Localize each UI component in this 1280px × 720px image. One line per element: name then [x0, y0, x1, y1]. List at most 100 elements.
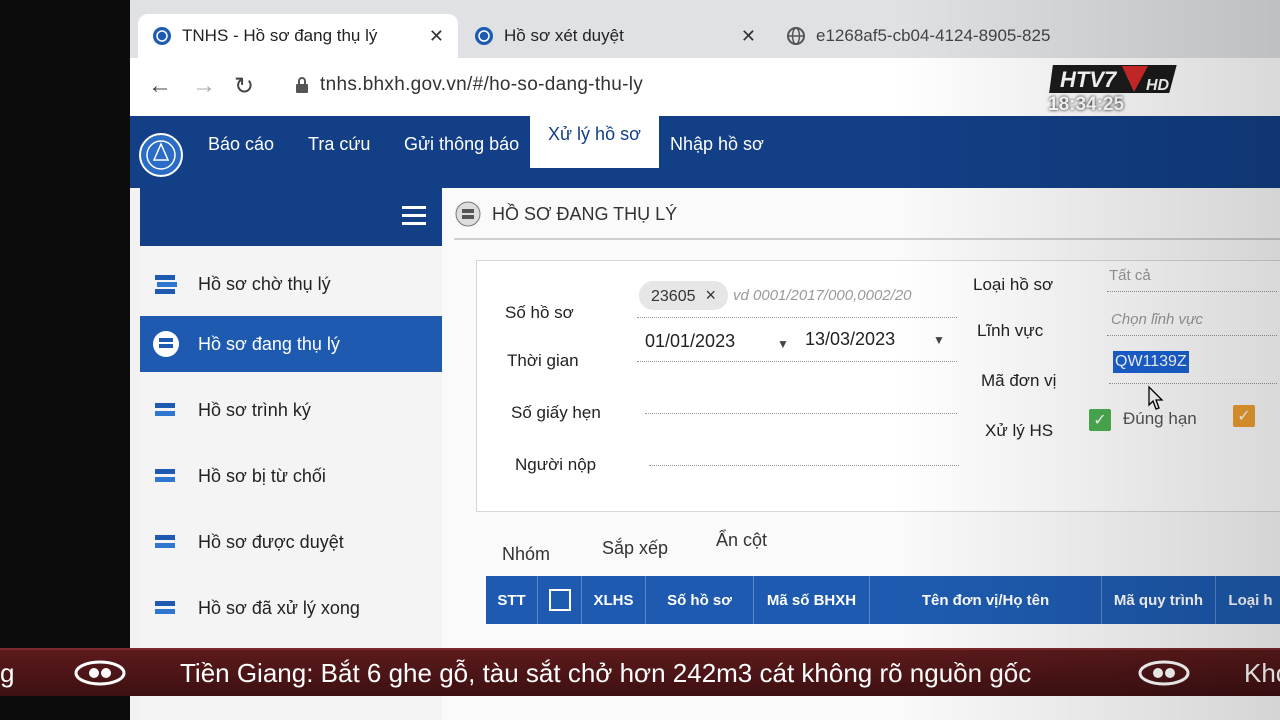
linh-vuc-select[interactable]: Chọn lĩnh vực: [1111, 311, 1203, 328]
lock-icon: [295, 76, 309, 99]
browser-tab-bar: TNHS - Hồ sơ đang thụ lý ✕ Hồ sơ xét duy…: [130, 0, 1280, 58]
th-ma-quy-trinh[interactable]: Mã quy trình: [1102, 576, 1216, 624]
date-from-input[interactable]: 01/01/2023: [645, 331, 735, 352]
folder-stack-icon: [152, 528, 180, 556]
nav-gui-thong-bao[interactable]: Gửi thông báo: [404, 134, 519, 155]
htv-ticker-logo-icon: [74, 660, 126, 686]
close-tab-icon[interactable]: ✕: [741, 26, 756, 47]
close-tab-icon[interactable]: ✕: [429, 26, 444, 47]
nav-bao-cao[interactable]: Báo cáo: [208, 134, 274, 155]
app-top-nav: Báo cáo Tra cứu Gửi thông báo Xử lý hồ s…: [130, 100, 1280, 188]
back-arrow-icon[interactable]: ←: [148, 72, 172, 100]
ticker-text-left: g: [0, 658, 15, 688]
table-header: STT XLHS Số hồ sơ Mã số BHXH Tên đơn vị/…: [486, 576, 1280, 624]
chip-value: 23605: [651, 288, 696, 305]
xu-ly-hs-label: Xử lý HS: [985, 421, 1054, 440]
th-so-ho-so[interactable]: Số hồ sơ: [646, 576, 754, 624]
hide-columns-button[interactable]: Ẩn cột: [716, 530, 767, 551]
so-giay-hen-input[interactable]: [645, 413, 957, 414]
th-stt[interactable]: STT: [486, 576, 538, 624]
ticker-text-right: Kho: [1244, 658, 1280, 688]
folder-stack-icon: [152, 396, 180, 424]
sidebar-item-cho-thu-ly[interactable]: Hồ sơ chờ thụ lý: [140, 256, 442, 312]
sidebar-item-label: Hồ sơ bị từ chối: [198, 465, 326, 486]
sidebar-item-label: Hồ sơ đang thụ lý: [198, 333, 340, 354]
so-giay-hen-label: Số giấy hẹn: [511, 403, 601, 422]
dung-han-label: Đúng hạn: [1123, 409, 1197, 428]
divider: [1109, 383, 1277, 384]
loai-ho-so-label: Loại hồ sơ: [973, 275, 1054, 294]
th-loai-ho-so[interactable]: Loại h: [1216, 576, 1280, 624]
select-all-checkbox[interactable]: [538, 576, 582, 624]
main-panel: HỒ SƠ ĐANG THỤ LÝ Số hồ sơ 23605 × vd 000…: [442, 188, 1280, 720]
sidebar-item-label: Hồ sơ đã xử lý xong: [198, 597, 360, 618]
broadcast-clock: 18:34:25: [1048, 94, 1125, 115]
sidebar-header: [140, 188, 442, 246]
htv7-hd-logo: HTV7 HD: [1048, 63, 1180, 95]
tab-label: Hồ sơ xét duyệt: [504, 26, 624, 45]
bhxh-logo-icon: [139, 133, 183, 177]
th-ma-so-bhxh[interactable]: Mã số BHXH: [754, 576, 870, 624]
so-ho-so-input[interactable]: vd 0001/2017/000,0002/20: [733, 287, 912, 304]
sidebar-item-da-xu-ly-xong[interactable]: Hồ sơ đã xử lý xong: [140, 580, 442, 636]
sort-button[interactable]: Sắp xếp: [602, 538, 668, 559]
page-title: HỒ SƠ ĐANG THỤ LÝ: [454, 200, 677, 228]
loai-ho-so-select[interactable]: Tất cả: [1109, 267, 1151, 284]
sidebar-item-trinh-ky[interactable]: Hồ sơ trình ký: [140, 382, 442, 438]
app-favicon-icon: [474, 26, 494, 46]
sidebar-item-bi-tu-choi[interactable]: Hồ sơ bị từ chối: [140, 448, 442, 504]
nav-tra-cuu[interactable]: Tra cứu: [308, 134, 370, 155]
remove-chip-icon[interactable]: ×: [706, 285, 717, 305]
htv-ticker-logo-icon: [1138, 660, 1190, 686]
sidebar-item-label: Hồ sơ trình ký: [198, 399, 311, 420]
tre-han-checkbox[interactable]: ✓: [1233, 405, 1255, 427]
user-menu-text[interactable]: Ph: [1258, 76, 1280, 97]
nav-xu-ly-ho-so[interactable]: Xử lý hồ sơ: [530, 100, 659, 168]
chevron-down-icon[interactable]: ▼: [933, 333, 945, 347]
tab-label: e1268af5-cb04-4124-8905-825: [816, 26, 1051, 45]
sidebar-item-label: Hồ sơ được duyệt: [198, 531, 344, 552]
sidebar: Hồ sơ chờ thụ lý Hồ sơ đang thụ lý Hồ sơ…: [140, 188, 443, 720]
divider: [1107, 291, 1277, 292]
sidebar-item-duoc-duyet[interactable]: Hồ sơ được duyệt: [140, 514, 442, 570]
folder-stack-icon: [455, 201, 481, 227]
svg-text:HTV7: HTV7: [1060, 67, 1118, 92]
ma-don-vi-label: Mã đơn vị: [981, 371, 1057, 390]
folder-stack-icon: [152, 594, 180, 622]
so-ho-so-chip[interactable]: 23605 ×: [639, 281, 729, 310]
browser-tab[interactable]: e1268af5-cb04-4124-8905-825: [772, 14, 1092, 58]
url-input[interactable]: tnhs.bhxh.gov.vn/#/ho-so-dang-thu-ly: [320, 74, 643, 96]
globe-icon: [786, 26, 806, 46]
hamburger-menu-icon[interactable]: [402, 206, 426, 230]
nguoi-nop-label: Người nộp: [515, 455, 597, 474]
folder-stack-icon: [152, 270, 180, 298]
sidebar-item-dang-thu-ly[interactable]: Hồ sơ đang thụ lý: [140, 316, 442, 372]
dung-han-checkbox[interactable]: ✓: [1089, 409, 1111, 431]
browser-tab-active[interactable]: TNHS - Hồ sơ đang thụ lý ✕: [138, 14, 458, 58]
group-button[interactable]: Nhóm: [502, 544, 550, 565]
svg-text:HD: HD: [1146, 77, 1170, 94]
th-xlhs[interactable]: XLHS: [582, 576, 646, 624]
reload-icon[interactable]: ↻: [234, 72, 254, 101]
forward-arrow-icon[interactable]: →: [192, 72, 216, 100]
tab-label: TNHS - Hồ sơ đang thụ lý: [182, 26, 378, 45]
sidebar-item-label: Hồ sơ chờ thụ lý: [198, 273, 331, 294]
browser-tab[interactable]: Hồ sơ xét duyệt ✕: [460, 14, 770, 58]
nguoi-nop-input[interactable]: [649, 465, 959, 466]
nav-nhap-ho-so[interactable]: Nhập hồ sơ: [670, 134, 764, 155]
app-favicon-icon: [152, 26, 172, 46]
thoi-gian-label: Thời gian: [507, 351, 579, 370]
folder-stack-icon: [152, 330, 180, 358]
news-ticker: g Tiền Giang: Bắt 6 ghe gỗ, tàu sắt chở …: [0, 648, 1280, 696]
ma-don-vi-input[interactable]: QW1139Z: [1113, 351, 1189, 373]
divider: [637, 361, 957, 362]
page-title-text: HỒ SƠ ĐANG THỤ LÝ: [492, 203, 678, 224]
divider: [1107, 335, 1277, 336]
mouse-cursor-icon: [1148, 385, 1164, 410]
divider: [454, 238, 1280, 240]
th-ten-don-vi[interactable]: Tên đơn vị/Họ tên: [870, 576, 1102, 624]
folder-stack-icon: [152, 462, 180, 490]
chevron-down-icon[interactable]: ▼: [777, 337, 789, 351]
date-to-input[interactable]: 13/03/2023: [805, 329, 895, 350]
linh-vuc-label: Lĩnh vực: [977, 321, 1044, 340]
